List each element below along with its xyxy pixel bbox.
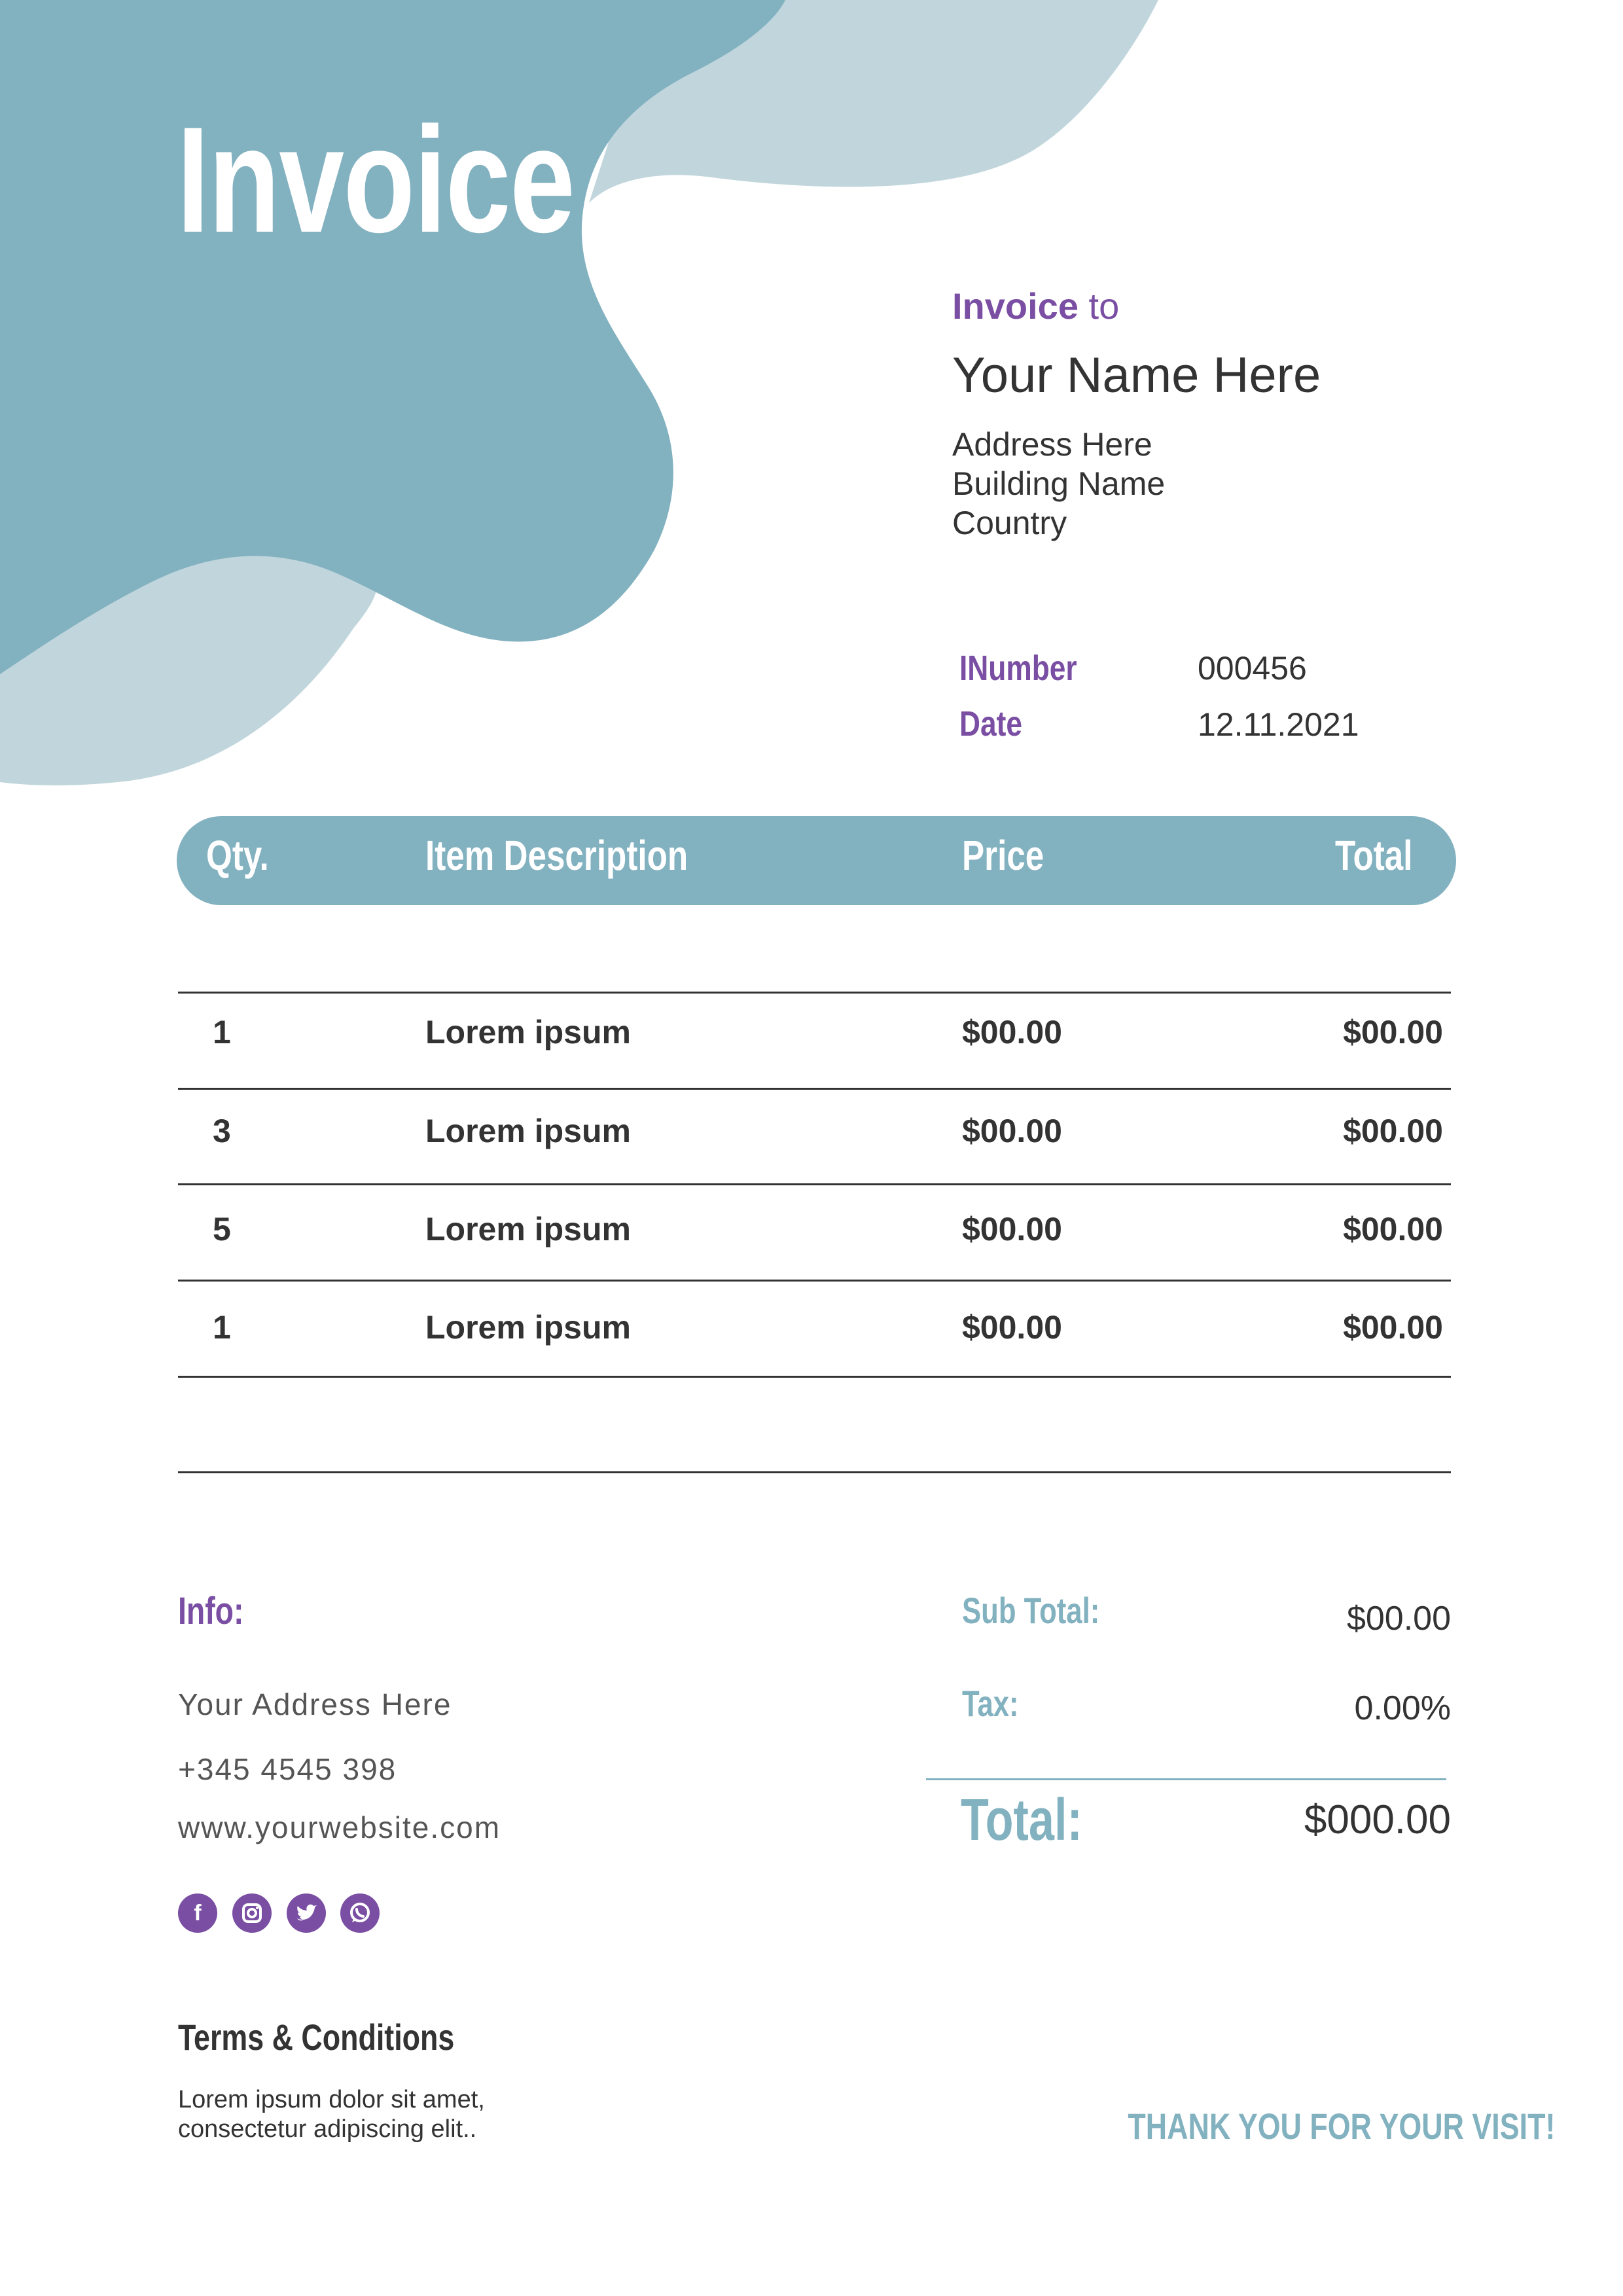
header-price: Price [962, 832, 1044, 879]
row-qty: 1 [213, 1309, 231, 1346]
invoice-date-label: Date [959, 704, 1022, 744]
table-divider [178, 1280, 1451, 1282]
table-divider [178, 1471, 1451, 1473]
thank-you-message: THANK YOU FOR YOUR VISIT! [1128, 2106, 1556, 2147]
row-total: $00.00 [1343, 1309, 1443, 1346]
row-description: Lorem ipsum [425, 1014, 631, 1050]
terms-line: Lorem ipsum dolor sit amet, [178, 2086, 485, 2113]
row-price: $00.00 [962, 1113, 1062, 1149]
table-divider [178, 1183, 1451, 1185]
info-label: Info: [178, 1590, 244, 1632]
facebook-icon[interactable]: f [178, 1893, 217, 1933]
recipient-address-line: Country [952, 505, 1067, 541]
terms-line: consectetur adipiscing elit.. [178, 2115, 477, 2143]
total-label: Total: [961, 1787, 1082, 1853]
info-website[interactable]: www.yourwebsite.com [178, 1810, 501, 1845]
row-total: $00.00 [1343, 1113, 1443, 1149]
instagram-icon[interactable] [232, 1893, 272, 1933]
row-description: Lorem ipsum [425, 1113, 631, 1149]
row-price: $00.00 [962, 1211, 1062, 1247]
table-divider [178, 1088, 1451, 1090]
recipient-address-line: Building Name [952, 465, 1166, 502]
invoice-to-rest: to [1078, 285, 1120, 327]
row-description: Lorem ipsum [425, 1309, 631, 1346]
summary-divider [926, 1778, 1446, 1780]
table-header-bar [177, 816, 1456, 905]
info-address: Your Address Here [178, 1687, 452, 1721]
whatsapp-icon[interactable] [340, 1893, 380, 1933]
table-divider [178, 992, 1451, 994]
info-phone: +345 4545 398 [178, 1752, 397, 1786]
row-qty: 1 [213, 1014, 231, 1050]
invoice-to-label: Invoice to [952, 285, 1119, 327]
invoice-title: Invoice [177, 96, 575, 264]
row-price: $00.00 [962, 1309, 1062, 1346]
header-description: Item Description [425, 832, 688, 879]
invoice-to-bold: Invoice [952, 285, 1079, 327]
twitter-icon[interactable] [287, 1893, 326, 1933]
tax-label: Tax: [962, 1683, 1019, 1724]
total-value: $000.00 [1304, 1797, 1451, 1842]
invoice-number-value: 000456 [1198, 650, 1307, 687]
header-total: Total [1335, 832, 1413, 879]
subtotal-value: $00.00 [1346, 1600, 1451, 1638]
row-total: $00.00 [1343, 1211, 1443, 1247]
tax-value: 0.00% [1354, 1689, 1451, 1727]
row-description: Lorem ipsum [425, 1211, 631, 1247]
table-divider [178, 1376, 1451, 1378]
row-total: $00.00 [1343, 1014, 1443, 1050]
invoice-number-label: INumber [959, 649, 1077, 688]
header-qty: Qty. [206, 832, 269, 879]
row-qty: 5 [213, 1211, 231, 1247]
subtotal-label: Sub Total: [962, 1590, 1100, 1631]
recipient-name: Your Name Here [952, 348, 1321, 403]
invoice-date-value: 12.11.2021 [1198, 706, 1359, 743]
terms-title: Terms & Conditions [178, 2017, 455, 2058]
row-price: $00.00 [962, 1014, 1062, 1050]
row-qty: 3 [213, 1113, 231, 1149]
recipient-address-line: Address Here [952, 426, 1152, 463]
